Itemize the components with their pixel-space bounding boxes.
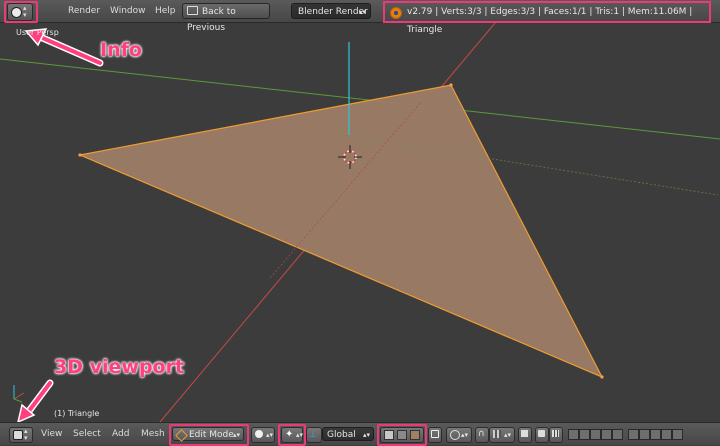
highlight-pivot <box>278 424 306 446</box>
clapperboard-icon <box>552 430 559 437</box>
proportional-edit-select[interactable]: ▴▾ <box>446 427 472 443</box>
menu-view[interactable]: View <box>41 427 62 441</box>
scene-stats: v2.79 | Verts:3/3 | Edges:3/3 | Faces:1/… <box>383 1 711 35</box>
updown-arrows-icon: ▴▾ <box>504 431 512 439</box>
render-engine-select[interactable]: Blender Render ▴▾ <box>291 3 371 19</box>
viewport-shading-select[interactable]: ▴▾ <box>251 427 275 443</box>
occlude-geometry-toggle[interactable] <box>428 427 442 443</box>
layer-button[interactable] <box>601 429 612 440</box>
magnet-icon: ∩ <box>478 429 485 439</box>
back-to-previous-button[interactable]: Back to Previous <box>182 3 270 33</box>
highlight-mode <box>169 424 249 446</box>
view-label: User Persp <box>16 28 59 37</box>
updown-arrows-icon: ▴▾ <box>362 431 370 439</box>
solid-shading-icon <box>255 430 263 438</box>
occlude-icon <box>431 430 439 438</box>
menu-render[interactable]: Render <box>68 3 100 19</box>
viewport-arrow-icon <box>17 379 54 422</box>
triangle-face[interactable] <box>77 84 604 379</box>
render-preview-button[interactable] <box>518 427 532 443</box>
vertex[interactable] <box>600 375 604 379</box>
layer-button[interactable] <box>579 429 590 440</box>
layer-button[interactable] <box>590 429 601 440</box>
info-annotation: Info <box>100 39 142 61</box>
menu-add[interactable]: Add <box>112 427 129 441</box>
vertex[interactable] <box>78 153 82 157</box>
layer-button[interactable] <box>568 429 579 440</box>
vertex[interactable] <box>449 83 453 87</box>
layer-button[interactable] <box>650 429 661 440</box>
screen-back-icon <box>187 6 198 15</box>
layer-button[interactable] <box>639 429 650 440</box>
layer-button[interactable] <box>672 429 683 440</box>
viewport-annotation: 3D viewport <box>54 356 185 378</box>
proportional-icon <box>450 430 460 440</box>
opengl-animation-button[interactable] <box>549 427 563 443</box>
axis-gizmo <box>13 385 25 403</box>
3d-viewport[interactable]: User Persp (1) Triangle Info 3D viewport <box>0 23 720 422</box>
menu-help[interactable]: Help <box>155 3 176 19</box>
updown-arrows-icon: ▴▾ <box>461 431 469 439</box>
snap-increment-icon <box>493 430 501 438</box>
blender-logo-icon <box>390 7 402 19</box>
camera-icon <box>521 430 528 437</box>
render-image-icon <box>538 430 545 437</box>
transform-orientation-select[interactable]: Global ▴▾ <box>322 427 374 441</box>
highlight-select-mode <box>377 424 427 446</box>
layer-button[interactable] <box>661 429 672 440</box>
object-label: (1) Triangle <box>54 409 100 418</box>
layer-button[interactable] <box>612 429 623 440</box>
viewport-editor-type-button[interactable]: ▴ ▾ <box>9 427 33 443</box>
manipulator-icon: ⊥ <box>309 430 317 440</box>
updown-arrows-icon: ▴▾ <box>266 431 274 439</box>
updown-arrows-icon: ▴▾ <box>24 427 28 442</box>
snap-toggle[interactable]: ∩ <box>475 427 489 443</box>
snap-element-select[interactable]: ▴▾ <box>489 427 515 443</box>
menu-mesh[interactable]: Mesh <box>141 427 165 441</box>
menu-window[interactable]: Window <box>110 3 146 19</box>
highlight-editor-type <box>4 1 38 23</box>
opengl-render-button[interactable] <box>535 427 549 443</box>
info-header: ▴ ▾ Render Window Help Back to Previous B… <box>0 0 720 35</box>
layer-button[interactable] <box>628 429 639 440</box>
menu-select[interactable]: Select <box>73 427 101 441</box>
render-engine-label: Blender Render <box>298 7 368 17</box>
orientation-label: Global <box>327 430 356 440</box>
cube-icon <box>13 430 23 440</box>
viewport-header: ▴ ▾ View Select Add Mesh Edit Mode ▴▾ ▴▾ … <box>0 422 720 446</box>
layer-buttons[interactable] <box>568 427 716 441</box>
updown-arrows-icon: ▴▾ <box>358 8 366 16</box>
manipulator-toggle[interactable]: ⊥ <box>306 427 322 443</box>
